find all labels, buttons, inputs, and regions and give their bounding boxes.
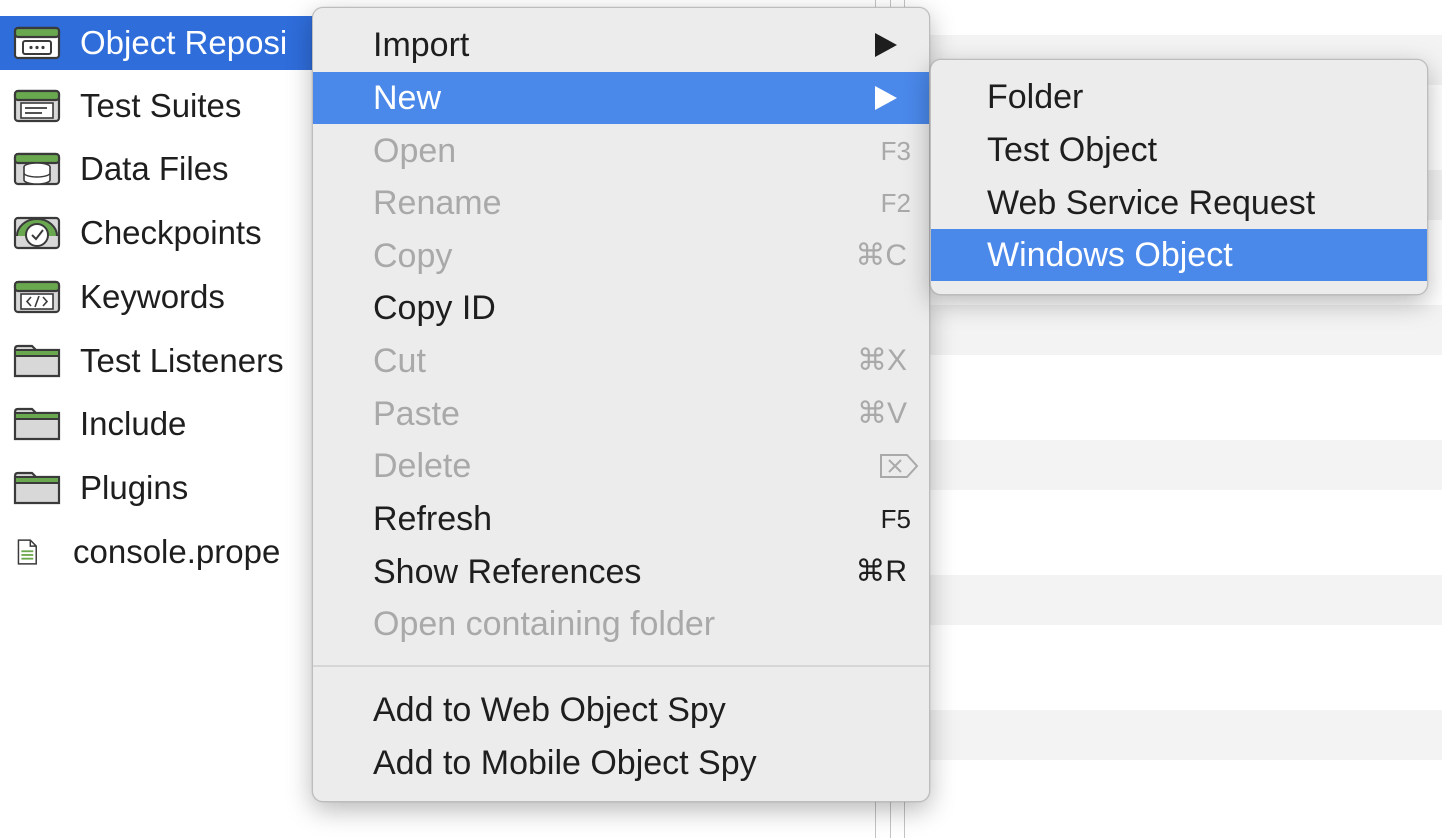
delete-key-icon [880, 454, 919, 478]
menu-item-label: Test Object [987, 131, 1158, 169]
menu-item-label: Rename [373, 184, 502, 222]
tree-item-label: Include [80, 405, 187, 442]
folder-icon [13, 407, 61, 441]
menu-item-label: New [373, 79, 442, 117]
menu-separator [313, 665, 929, 667]
menu-item-import[interactable]: Import [313, 19, 929, 71]
menu-item-label: Copy ID [373, 289, 496, 327]
menu-item-open[interactable]: Open F3 [313, 125, 929, 177]
menu-item-label: Open [373, 132, 457, 170]
shortcut-label: F3 [880, 136, 911, 166]
tree-item-label: Checkpoints [80, 214, 262, 251]
tree-item-label: Test Suites [80, 87, 242, 124]
shortcut-label: ⌘X [856, 344, 907, 377]
menu-item-label: Show References [373, 553, 642, 591]
context-menu: Import New Open F3 Rename F2 Copy ⌘C Cop… [312, 7, 930, 802]
shortcut-label: F5 [880, 504, 911, 534]
tree-item-label: Plugins [80, 469, 189, 506]
test-suites-icon [13, 89, 61, 123]
text-file-icon [17, 539, 37, 565]
menu-item-label: Delete [373, 447, 472, 485]
menu-item-label: Add to Web Object Spy [373, 691, 726, 729]
menu-item-copy[interactable]: Copy ⌘C [313, 230, 929, 282]
menu-item-show-references[interactable]: Show References ⌘R [313, 546, 929, 598]
folder-icon [13, 471, 61, 505]
folder-icon [13, 344, 61, 378]
menu-item-label: Refresh [373, 500, 493, 538]
menu-item-refresh[interactable]: Refresh F5 [313, 493, 929, 545]
submenu-item-windows-object[interactable]: Windows Object [931, 229, 1427, 281]
object-repository-icon [13, 26, 61, 60]
menu-item-label: Paste [373, 395, 460, 433]
submenu-item-test-object[interactable]: Test Object [931, 124, 1427, 176]
menu-item-label: Windows Object [987, 236, 1233, 274]
data-files-icon [13, 152, 61, 186]
menu-item-label: Web Service Request [987, 184, 1316, 222]
checkpoints-icon [13, 216, 61, 250]
menu-item-label: Add to Mobile Object Spy [373, 744, 757, 782]
menu-item-label: Import [373, 26, 470, 64]
new-submenu: Folder Test Object Web Service Request W… [930, 59, 1428, 295]
submenu-arrow-icon [875, 86, 897, 110]
menu-item-label: Cut [373, 342, 426, 380]
tree-item-label: Data Files [80, 150, 229, 187]
menu-item-label: Open containing folder [373, 605, 716, 643]
tree-item-label: Object Reposi [80, 24, 288, 61]
menu-item-copy-id[interactable]: Copy ID [313, 282, 929, 334]
menu-item-label: Copy [373, 237, 453, 275]
menu-item-label: Folder [987, 78, 1084, 116]
menu-item-new[interactable]: New [313, 72, 929, 124]
menu-item-paste[interactable]: Paste ⌘V [313, 388, 929, 440]
tree-item-label: Keywords [80, 278, 225, 315]
submenu-arrow-icon [875, 33, 897, 57]
shortcut-label: ⌘C [855, 239, 907, 272]
tree-item-label: console.prope [73, 533, 281, 570]
menu-item-add-to-mobile-object-spy[interactable]: Add to Mobile Object Spy [313, 737, 929, 789]
menu-item-rename[interactable]: Rename F2 [313, 177, 929, 229]
menu-item-cut[interactable]: Cut ⌘X [313, 335, 929, 387]
menu-item-delete[interactable]: Delete [313, 440, 929, 492]
menu-item-add-to-web-object-spy[interactable]: Add to Web Object Spy [313, 684, 929, 736]
submenu-item-web-service-request[interactable]: Web Service Request [931, 177, 1427, 229]
keywords-icon [13, 280, 61, 314]
shortcut-label: ⌘R [855, 555, 907, 588]
shortcut-label: F2 [880, 188, 911, 218]
shortcut-label: ⌘V [856, 397, 907, 430]
menu-item-open-containing-folder[interactable]: Open containing folder [313, 598, 929, 650]
tree-item-label: Test Listeners [80, 342, 284, 379]
submenu-item-folder[interactable]: Folder [931, 71, 1427, 123]
